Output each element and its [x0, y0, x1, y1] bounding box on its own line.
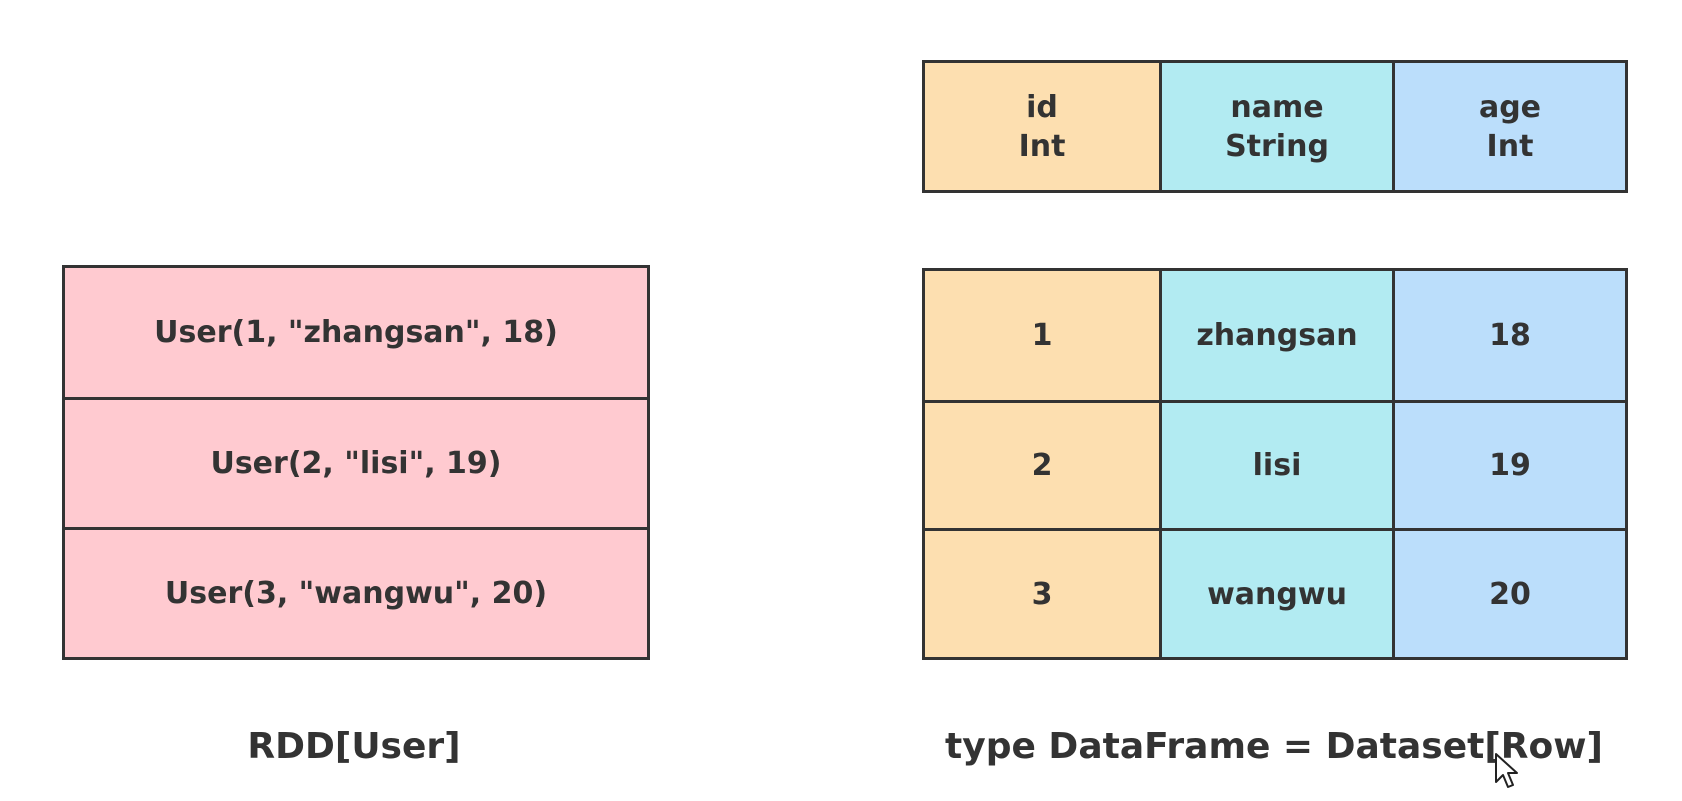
schema-column-id: id Int: [925, 63, 1162, 190]
column-name: name: [1230, 89, 1324, 125]
cell-name: lisi: [1162, 403, 1395, 531]
cell-age: 20: [1395, 531, 1625, 657]
mouse-pointer-icon: [1495, 753, 1518, 788]
dataframe-rows: 1 zhangsan 18 2 lisi 19 3 wangwu 20: [922, 268, 1628, 660]
rdd-row: User(3, "wangwu", 20): [164, 576, 548, 611]
schema-column-age: age Int: [1395, 63, 1625, 190]
rdd-caption: RDD[User]: [247, 726, 461, 767]
rdd-row: User(2, "lisi", 19): [65, 400, 647, 530]
rdd-row: User(1, "zhangsan", 18): [65, 268, 647, 400]
column-type: Int: [1018, 128, 1066, 164]
cell-name: zhangsan: [1162, 271, 1395, 403]
dataframe-schema-header: id Int name String age Int: [922, 60, 1628, 193]
cell-id: 3: [925, 531, 1162, 657]
column-type: String: [1225, 128, 1329, 164]
column-type: Int: [1486, 128, 1534, 164]
rdd-box: User(1, "zhangsan", 18) User(2, "lisi", …: [62, 265, 650, 660]
cell-age: 19: [1395, 403, 1625, 531]
schema-column-name: name String: [1162, 63, 1395, 190]
cell-id: 1: [925, 271, 1162, 403]
column-name: age: [1478, 89, 1542, 125]
column-name: id: [1026, 89, 1058, 125]
cell-id: 2: [925, 403, 1162, 531]
cell-age: 18: [1395, 271, 1625, 403]
cell-name: wangwu: [1162, 531, 1395, 657]
